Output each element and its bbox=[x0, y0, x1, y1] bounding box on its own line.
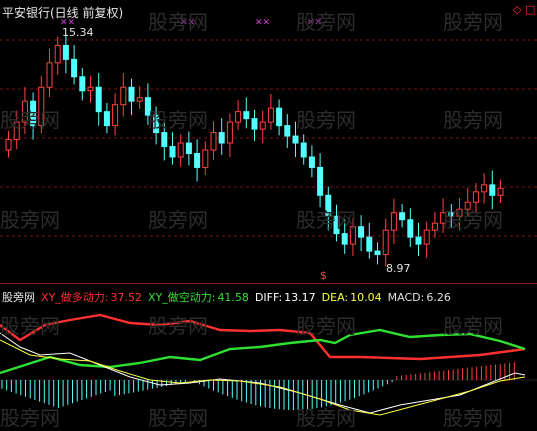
indicator-chart[interactable] bbox=[0, 285, 537, 430]
low-price-label: 8.97 bbox=[386, 262, 411, 275]
candle-body bbox=[5, 139, 12, 151]
candle-body bbox=[120, 86, 127, 106]
candle-body bbox=[87, 86, 94, 92]
candle-body bbox=[112, 104, 119, 127]
candle-body bbox=[194, 152, 201, 168]
candle-body bbox=[481, 184, 488, 193]
candle-body bbox=[161, 132, 168, 148]
candle-body bbox=[448, 212, 455, 217]
candle-body bbox=[464, 201, 471, 210]
legend-macd-value: 6.26 bbox=[426, 291, 451, 304]
legend-source: 股旁网 bbox=[2, 291, 35, 304]
legend-sell-label: XY_做空动力: bbox=[147, 291, 216, 304]
candle-body bbox=[399, 212, 406, 221]
candle-body bbox=[30, 100, 37, 127]
candle-body bbox=[341, 233, 348, 245]
corner-marker-icon[interactable]: ◇ □ bbox=[513, 3, 535, 16]
top-mark-1: ✕✕ bbox=[60, 18, 76, 28]
candle-body bbox=[136, 97, 143, 102]
signal-marker: $ bbox=[320, 269, 327, 282]
candle-body bbox=[210, 132, 217, 151]
candle-body bbox=[46, 62, 53, 88]
candle-body bbox=[128, 86, 135, 102]
candle-body bbox=[489, 184, 496, 196]
legend-dea-label: DEA: bbox=[321, 291, 349, 304]
candle-body bbox=[259, 121, 266, 130]
legend-sell-value: 41.58 bbox=[217, 291, 249, 304]
candle-body bbox=[276, 107, 283, 127]
candle-body bbox=[62, 44, 69, 60]
candle-body bbox=[300, 142, 307, 158]
candle-body bbox=[226, 121, 233, 144]
candle-body bbox=[292, 135, 299, 144]
candle-body bbox=[169, 146, 176, 158]
legend-buy-value: 37.52 bbox=[110, 291, 142, 304]
candle-body bbox=[95, 86, 102, 113]
candle-body bbox=[153, 114, 160, 134]
candle-body bbox=[54, 44, 61, 64]
dea-line bbox=[0, 339, 526, 416]
candle-body bbox=[202, 149, 209, 168]
candle-body bbox=[497, 187, 504, 196]
legend-buy-label: XY_做多动力: bbox=[41, 291, 109, 304]
candle-body bbox=[38, 86, 45, 127]
candle-body bbox=[440, 212, 447, 224]
candle-body bbox=[218, 132, 225, 144]
candle-body bbox=[79, 76, 86, 92]
candle-body bbox=[374, 250, 381, 256]
candle-body bbox=[349, 226, 356, 245]
candle-body bbox=[103, 111, 110, 127]
legend-macd-label: MACD: bbox=[387, 291, 425, 304]
panel-divider bbox=[0, 283, 537, 284]
candle-body bbox=[21, 100, 28, 123]
candle-body bbox=[456, 208, 463, 217]
candle-body bbox=[472, 191, 479, 203]
candle-body bbox=[317, 166, 324, 196]
candle-body bbox=[390, 212, 397, 231]
candle-body bbox=[235, 111, 242, 123]
candle-body bbox=[333, 215, 340, 235]
candle-body bbox=[267, 107, 274, 123]
candle-body bbox=[382, 229, 389, 256]
candle-body bbox=[415, 236, 422, 245]
candle-body bbox=[308, 156, 315, 168]
candle-body bbox=[251, 118, 258, 130]
legend-dea-value: 10.04 bbox=[350, 291, 382, 304]
candle-body bbox=[431, 222, 438, 231]
candle-body bbox=[185, 142, 192, 154]
candle-body bbox=[13, 121, 20, 141]
candle-body bbox=[71, 58, 78, 78]
price-chart[interactable] bbox=[0, 0, 537, 282]
candle-body bbox=[177, 142, 184, 158]
sell-power-line bbox=[0, 328, 526, 375]
candle-body bbox=[423, 229, 430, 245]
indicator-legend: 股旁网 XY_做多动力: 37.52 XY_做空动力: 41.58 DIFF: 13.17 D… bbox=[2, 289, 457, 305]
candle-body bbox=[325, 194, 332, 217]
candle-body bbox=[243, 111, 250, 120]
price-chart-panel[interactable] bbox=[0, 0, 537, 282]
top-mark-2: ✕✕ bbox=[180, 18, 196, 28]
candle-body bbox=[407, 219, 414, 238]
candle-body bbox=[284, 125, 291, 137]
legend-diff-label: DIFF: bbox=[254, 291, 283, 304]
candle-body bbox=[366, 236, 373, 252]
top-mark-4: ✕✕ bbox=[307, 18, 323, 28]
candle-body bbox=[144, 97, 151, 116]
indicator-panel[interactable] bbox=[0, 285, 537, 430]
buy-power-line bbox=[0, 313, 526, 361]
candle-body bbox=[358, 226, 365, 238]
diff-line bbox=[0, 332, 526, 414]
legend-diff-value: 13.17 bbox=[284, 291, 316, 304]
top-mark-3: ✕✕ bbox=[255, 18, 271, 28]
